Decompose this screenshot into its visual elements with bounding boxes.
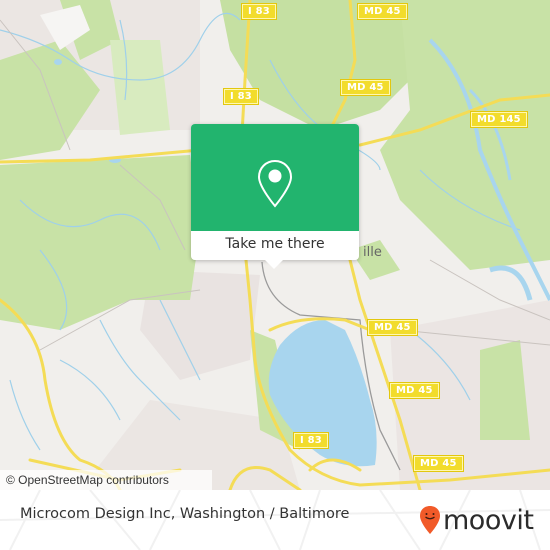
road-shield-md45: MD 45 xyxy=(357,3,408,20)
road-shield-i83: I 83 xyxy=(223,88,259,105)
moovit-wordmark: moovit xyxy=(443,504,534,536)
footer: Microcom Design Inc, Washington / Baltim… xyxy=(0,490,550,550)
map-pin-icon xyxy=(257,159,293,208)
moovit-smile-pin-icon xyxy=(420,506,440,534)
road-shield-md45: MD 45 xyxy=(340,79,391,96)
take-me-there-button[interactable]: Take me there xyxy=(191,231,359,260)
place-title: Microcom Design Inc, Washington / Baltim… xyxy=(20,506,350,522)
map-attribution[interactable]: © OpenStreetMap contributors xyxy=(0,470,212,490)
road-shield-md45: MD 45 xyxy=(389,382,440,399)
road-shield-i83: I 83 xyxy=(293,432,329,449)
map-view[interactable]: I 83 MD 45 I 83 MD 45 MD 145 MD 45 MD 45… xyxy=(0,0,550,490)
road-shield-md145: MD 145 xyxy=(470,111,528,128)
road-shield-i83: I 83 xyxy=(241,3,277,20)
road-shield-md45: MD 45 xyxy=(413,455,464,472)
popup-header xyxy=(191,124,359,231)
road-shield-md45: MD 45 xyxy=(367,319,418,336)
popup-pointer xyxy=(265,260,283,269)
location-popup: Take me there xyxy=(191,124,359,269)
moovit-logo[interactable]: moovit xyxy=(419,502,534,538)
place-label: ille xyxy=(363,245,382,260)
